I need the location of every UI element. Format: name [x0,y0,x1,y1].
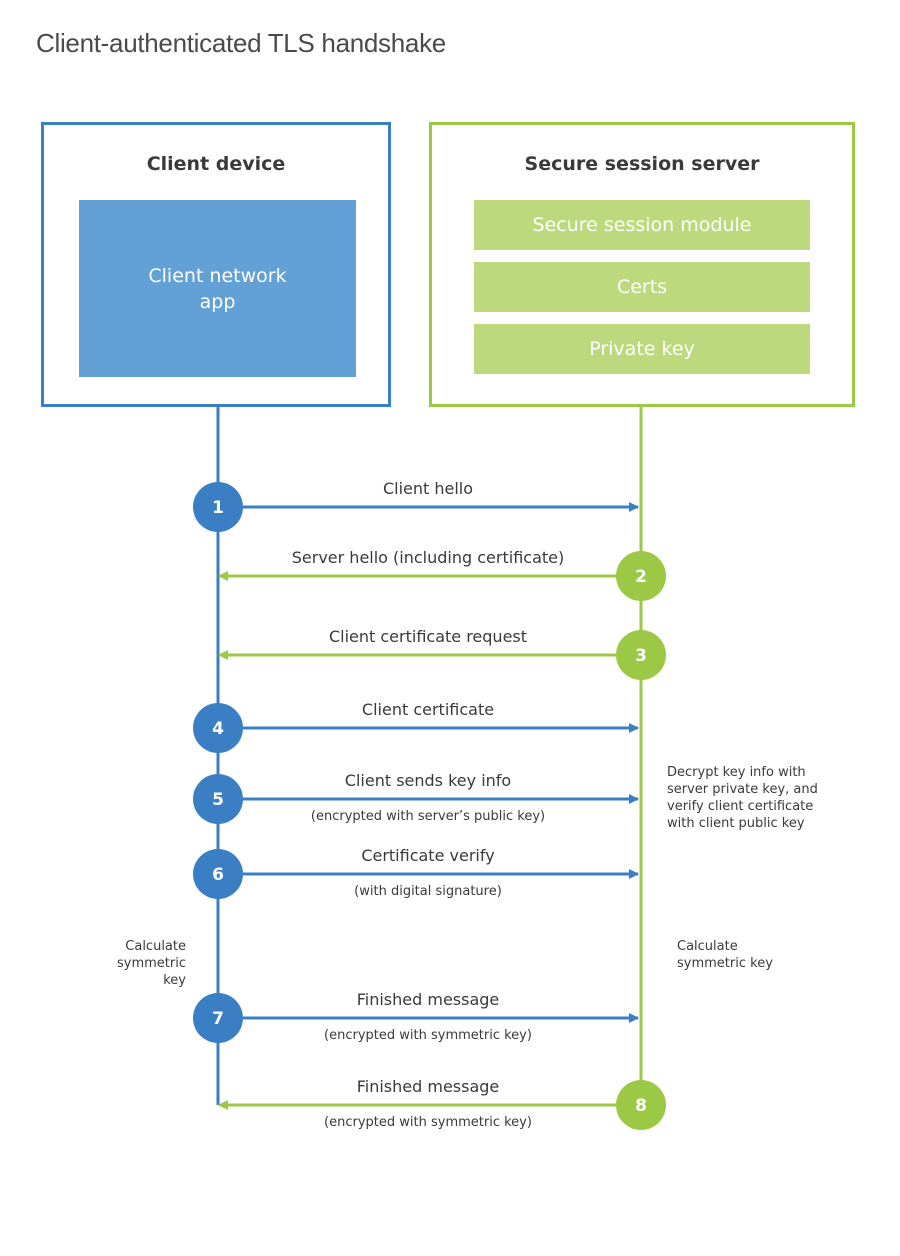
step-1-label: Client hello [382,479,474,498]
step-2-label: Server hello (including certificate) [291,548,565,567]
step-5-sublabel: (encrypted with server’s public key) [310,809,546,824]
server-decrypt-note: Decrypt key info with server private key… [667,765,818,831]
step-2-number: 2 [635,567,647,587]
step-4-number: 4 [212,719,224,739]
server-calculate-note: Calculate symmetric key [677,939,773,971]
step-6-sublabel: (with digital signature) [354,884,502,899]
step-6-label: Certificate verify [361,846,495,865]
step-3-label: Client certificate request [328,627,528,646]
step-5-label: Client sends key info [344,771,512,790]
step-6-number: 6 [212,865,224,885]
step-7-number: 7 [212,1009,224,1029]
step-7-label: Finished message [356,990,500,1009]
step-8-number: 8 [635,1096,647,1116]
client-calculate-note: Calculate symmetric key [117,939,186,988]
step-4-label: Client certificate [361,700,495,719]
step-8-label: Finished message [356,1077,500,1096]
step-5-number: 5 [212,790,224,810]
step-8-sublabel: (encrypted with symmetric key) [324,1115,532,1130]
step-1-number: 1 [212,498,224,518]
step-7-sublabel: (encrypted with symmetric key) [324,1028,532,1043]
step-3-number: 3 [635,646,647,666]
